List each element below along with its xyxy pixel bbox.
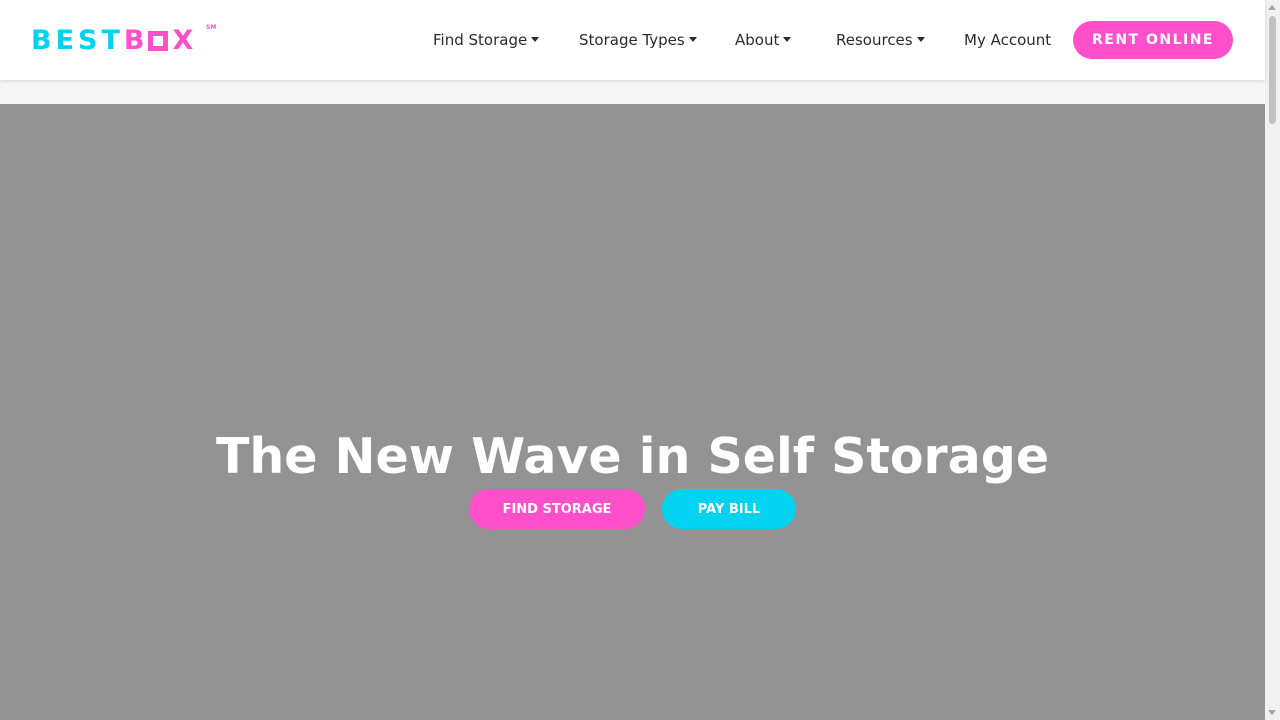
top-navbar: BEST B X SM Find Storage Storage Types A… [0,0,1265,80]
scrollbar-thumb[interactable] [1269,16,1276,124]
logo-square-o-icon [148,31,169,51]
logo-service-mark: SM [206,24,217,31]
hero-section: The New Wave in Self Storage FIND STORAG… [0,104,1265,720]
scroll-down-arrow-icon[interactable] [1268,710,1276,715]
scroll-up-arrow-icon[interactable] [1268,5,1276,10]
nav-item-resources[interactable]: Resources [836,30,925,50]
logo-text-best: BEST [31,25,124,56]
nav-item-label: About [735,31,780,49]
nav-item-label: My Account [964,31,1052,49]
logo-text-x: X [172,25,194,56]
nav-item-find-storage[interactable]: Find Storage [433,30,540,50]
nav-item-my-account[interactable]: My Account [964,30,1051,50]
nav-item-storage-types[interactable]: Storage Types [579,30,697,50]
find-storage-button[interactable]: FIND STORAGE [469,489,645,529]
sub-header-strip [0,80,1265,104]
bestbox-logo[interactable]: BEST B X SM [31,24,216,56]
chevron-down-icon [531,37,540,42]
nav-item-about[interactable]: About [735,30,792,50]
hero-title: The New Wave in Self Storage [215,427,1050,485]
rent-online-button[interactable]: RENT ONLINE [1073,21,1233,59]
chevron-down-icon [783,37,792,42]
logo-text-b: B [123,25,149,56]
nav-item-label: Resources [836,31,913,49]
pay-bill-button[interactable]: PAY BILL [662,489,796,529]
nav-item-label: Storage Types [579,31,685,49]
chevron-down-icon [688,37,697,42]
nav-item-label: Find Storage [433,31,528,49]
chevron-down-icon [916,37,925,42]
vertical-scrollbar[interactable] [1265,0,1280,720]
